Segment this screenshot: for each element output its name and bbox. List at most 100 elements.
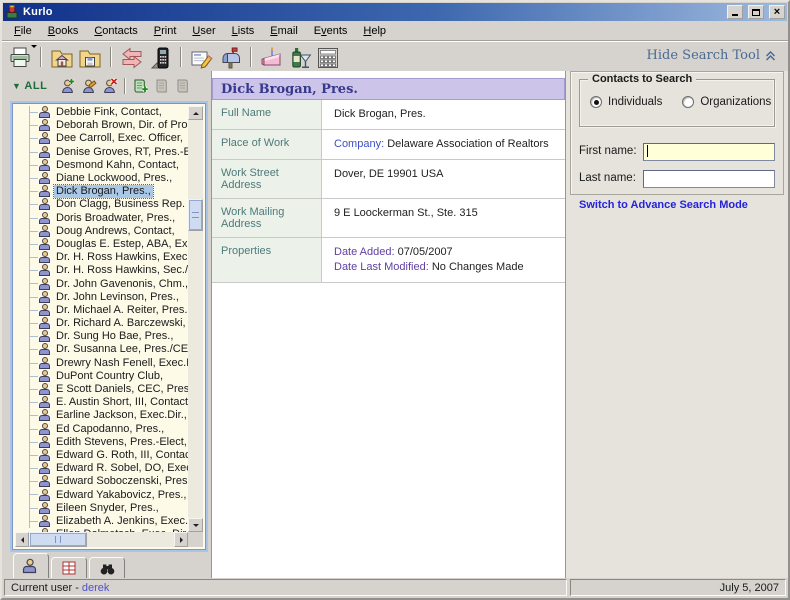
tree-item[interactable]: Earline Jackson, Exec.Dir., bbox=[15, 409, 188, 422]
scroll-right-button[interactable] bbox=[174, 532, 188, 547]
hide-search-tool-link[interactable]: Hide Search Tool bbox=[647, 48, 776, 63]
transfer-arrows-button[interactable] bbox=[118, 43, 146, 70]
printer-button[interactable] bbox=[6, 43, 34, 70]
first-name-input[interactable] bbox=[643, 143, 775, 161]
tree-item[interactable]: Edward G. Roth, III, Contact bbox=[15, 449, 188, 462]
contact-name: DuPont Country Club, bbox=[54, 370, 165, 383]
home-folder-button[interactable] bbox=[48, 43, 76, 70]
last-name-input[interactable] bbox=[643, 170, 775, 188]
minimize-button[interactable] bbox=[727, 5, 743, 19]
detail-row-place-of-work: Place of Work Company: Delaware Associat… bbox=[212, 130, 565, 160]
drinks-button[interactable] bbox=[286, 43, 314, 70]
tree-item[interactable]: DuPont Country Club, bbox=[15, 370, 188, 383]
tab-contacts[interactable] bbox=[13, 553, 49, 578]
radio-organizations[interactable]: Organizations bbox=[682, 96, 771, 108]
edit-contact-button[interactable] bbox=[78, 77, 99, 96]
scroll-up-button[interactable] bbox=[188, 106, 203, 120]
vertical-scrollbar[interactable] bbox=[188, 106, 203, 532]
tree-item[interactable]: Doug Andrews, Contact, bbox=[15, 225, 188, 238]
birthday-cake-button[interactable] bbox=[258, 43, 286, 70]
tree-toolbar-buttons bbox=[57, 77, 193, 96]
maximize-icon bbox=[752, 9, 760, 16]
radio-organizations-label: Organizations bbox=[700, 96, 771, 108]
tree-item[interactable]: Dee Carroll, Exec. Officer, bbox=[15, 132, 188, 145]
tree-item[interactable]: Edward Soboczenski, Pres bbox=[15, 475, 188, 488]
contact-icon bbox=[39, 173, 50, 184]
scroll-down-button[interactable] bbox=[188, 518, 203, 532]
menu-contacts[interactable]: Contacts bbox=[86, 23, 145, 39]
title-bar[interactable]: Kurlo × bbox=[3, 3, 787, 21]
contact-name: Dick Brogan, Pres., bbox=[54, 185, 153, 198]
contacts-sidebar: ▼ ALL Debbie Fink, Contact,Deborah Brown… bbox=[2, 71, 211, 578]
company-link[interactable]: Company: bbox=[334, 138, 384, 150]
contact-icon bbox=[39, 252, 50, 263]
toolbar-separator bbox=[124, 78, 126, 94]
menu-lists[interactable]: Lists bbox=[224, 23, 263, 39]
date-added-value: 07/05/2007 bbox=[398, 246, 453, 258]
menu-print[interactable]: Print bbox=[146, 23, 185, 39]
contact-icon bbox=[39, 305, 50, 316]
tree-item[interactable]: Desmond Kahn, Contact, bbox=[15, 159, 188, 172]
menu-help[interactable]: Help bbox=[355, 23, 394, 39]
tree-item[interactable]: Edith Stevens, Pres.-Elect, bbox=[15, 436, 188, 449]
tree-item[interactable]: Debbie Fink, Contact, bbox=[15, 106, 188, 119]
calculator-button[interactable] bbox=[314, 43, 342, 70]
tree-item[interactable]: Doris Broadwater, Pres., bbox=[15, 212, 188, 225]
field-label: Work Mailing Address bbox=[212, 199, 322, 237]
tree-item[interactable]: Dr. H. Ross Hawkins, Exec bbox=[15, 251, 188, 264]
menu-email[interactable]: Email bbox=[262, 23, 306, 39]
tree-item[interactable]: Eileen Snyder, Pres., bbox=[15, 502, 188, 515]
contact-name: Doris Broadwater, Pres., bbox=[54, 212, 177, 225]
tree-item[interactable]: Deborah Brown, Dir. of Prog bbox=[15, 119, 188, 132]
tree-item[interactable]: Dr. Sung Ho Bae, Pres., bbox=[15, 330, 188, 343]
horizontal-scrollbar-thumb[interactable] bbox=[29, 532, 87, 547]
tree-item[interactable]: Denise Groves, RT, Pres.-El bbox=[15, 146, 188, 159]
tree-item[interactable]: Edward R. Sobel, DO, Exec bbox=[15, 462, 188, 475]
tree-item[interactable]: Elizabeth A. Jenkins, Exec.D bbox=[15, 515, 188, 528]
contact-icon bbox=[39, 424, 50, 435]
add-book-button[interactable] bbox=[130, 77, 151, 96]
add-contact-button[interactable] bbox=[57, 77, 78, 96]
tab-table-view[interactable] bbox=[51, 557, 87, 578]
tab-search[interactable] bbox=[89, 557, 125, 578]
tree-item[interactable]: Don Clagg, Business Rep. bbox=[15, 198, 188, 211]
tree-item[interactable]: Edward Yakabovicz, Pres., bbox=[15, 488, 188, 501]
contact-name: Dr. Richard A. Barczewski, I bbox=[54, 317, 188, 330]
delete-contact-button[interactable] bbox=[99, 77, 120, 96]
menu-books[interactable]: Books bbox=[40, 23, 87, 39]
tree-item[interactable]: Dr. Susanna Lee, Pres./CE bbox=[15, 343, 188, 356]
tree-item[interactable]: Dick Brogan, Pres., bbox=[15, 185, 188, 198]
mailbox-button[interactable] bbox=[216, 43, 244, 70]
save-folder-button[interactable] bbox=[76, 43, 104, 70]
tree-item[interactable]: Dr. Michael A. Reiter, Pres., bbox=[15, 304, 188, 317]
maximize-button[interactable] bbox=[748, 5, 764, 19]
phone-button[interactable] bbox=[146, 43, 174, 70]
contact-icon bbox=[39, 437, 50, 448]
tree-item[interactable]: Dr. John Levinson, Pres., bbox=[15, 291, 188, 304]
menu-events[interactable]: Events bbox=[306, 23, 356, 39]
menu-user[interactable]: User bbox=[184, 23, 223, 39]
tree-item[interactable]: Ed Capodanno, Pres., bbox=[15, 423, 188, 436]
tree-item[interactable]: Douglas E. Estep, ABA, Exe bbox=[15, 238, 188, 251]
tree-item[interactable]: E Scott Daniels, CEC, Pres bbox=[15, 383, 188, 396]
compose-note-button[interactable] bbox=[188, 43, 216, 70]
tree-item[interactable]: Diane Lockwood, Pres., bbox=[15, 172, 188, 185]
scroll-left-button[interactable] bbox=[15, 532, 29, 547]
tree-item[interactable]: Dr. John Gavenonis, Chm., bbox=[15, 277, 188, 290]
advance-search-mode-link[interactable]: Switch to Advance Search Mode bbox=[579, 199, 783, 211]
sidebar-tabs bbox=[10, 552, 208, 578]
close-button[interactable]: × bbox=[769, 5, 785, 19]
first-name-label: First name: bbox=[579, 145, 643, 157]
vertical-scrollbar-thumb[interactable] bbox=[188, 199, 203, 231]
tree-item[interactable]: E. Austin Short, III, Contact, bbox=[15, 396, 188, 409]
tree-item[interactable]: Dr. H. Ross Hawkins, Sec./ bbox=[15, 264, 188, 277]
horizontal-scrollbar[interactable] bbox=[15, 532, 188, 547]
radio-individuals[interactable]: Individuals bbox=[590, 96, 662, 108]
book-filter-dropdown[interactable]: ▼ ALL bbox=[10, 78, 49, 94]
field-value: 9 E Loockerman St., Ste. 315 bbox=[322, 199, 565, 237]
tree-item[interactable]: Drewry Nash Fenell, Exec.D bbox=[15, 357, 188, 370]
menu-file[interactable]: File bbox=[6, 23, 40, 39]
contact-name: Dr. H. Ross Hawkins, Sec./ bbox=[54, 264, 188, 277]
tree-item[interactable]: Dr. Richard A. Barczewski, I bbox=[15, 317, 188, 330]
first-name-input-wrap bbox=[643, 142, 775, 160]
